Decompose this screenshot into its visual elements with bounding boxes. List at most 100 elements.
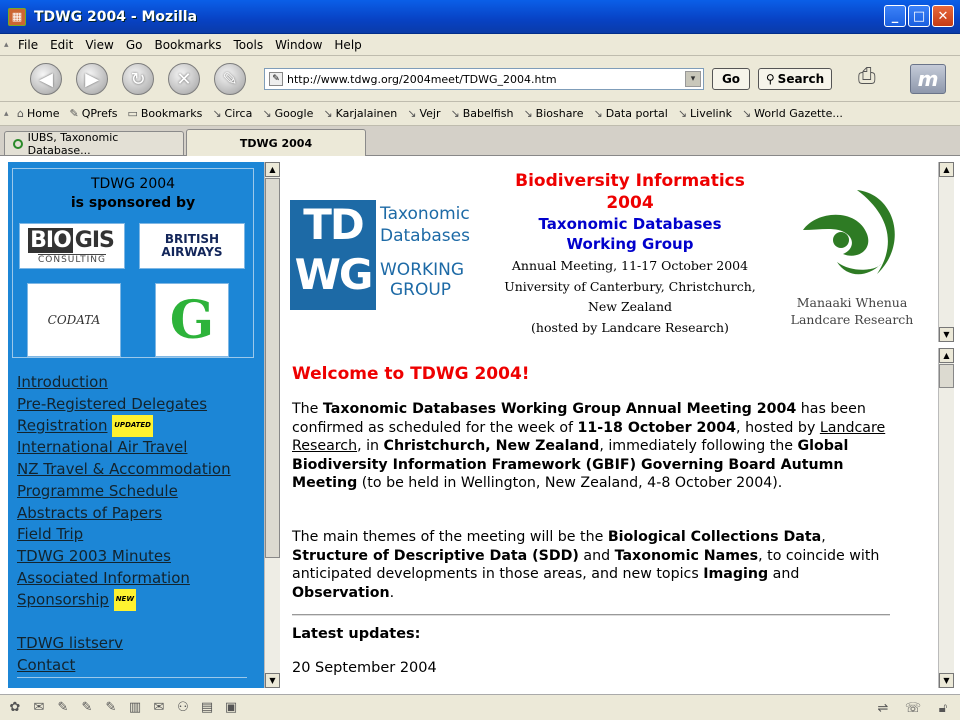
folder-icon: ▭ <box>127 107 138 120</box>
mail-icon[interactable]: ✉ <box>30 699 48 717</box>
navigator-icon[interactable]: ✿ <box>6 699 24 717</box>
bookmark-icon: ↘ <box>262 107 272 120</box>
menu-go[interactable]: Go <box>120 38 149 52</box>
irc-icon[interactable]: ⚇ <box>174 699 192 717</box>
menu-view[interactable]: View <box>79 38 119 52</box>
stamp-icon[interactable]: ▣ <box>222 699 240 717</box>
go-button[interactable]: Go <box>712 68 750 90</box>
back-icon[interactable]: ◀ <box>30 63 62 95</box>
search-button-label: Search <box>777 72 825 86</box>
left-nav-frame: TDWG 2004 is sponsored by BIO GIS CONSULT… <box>8 162 264 688</box>
minimize-button[interactable]: _ <box>884 5 906 27</box>
network-icon: ⇌ <box>877 700 889 716</box>
home-tool-icon[interactable]: ✎ <box>214 63 246 95</box>
update-date: 20 September 2004 <box>292 660 437 676</box>
menu-file[interactable]: File <box>12 38 44 52</box>
gbif-logo[interactable]: G <box>155 283 229 357</box>
nav-link-nz-travel[interactable]: NZ Travel & Accommodation <box>17 459 231 481</box>
bookmark-folder[interactable]: ▭ Bookmarks <box>122 107 207 120</box>
mozilla-logo-icon[interactable]: m <box>910 64 946 94</box>
bookmark-icon: ↘ <box>450 107 460 120</box>
left-scrollbar[interactable]: ▲ ▼ <box>264 162 280 688</box>
menu-edit[interactable]: Edit <box>44 38 79 52</box>
page-icon[interactable]: ▤ <box>198 699 216 717</box>
chat-icon[interactable]: ✎ <box>102 699 120 717</box>
print-icon[interactable]: ⎙ <box>858 64 890 94</box>
bookmark-vejr[interactable]: ↘ Vejr <box>402 107 445 120</box>
tab-loading-icon <box>13 138 23 149</box>
tab-iubs[interactable]: IUBS, Taxonomic Database... <box>4 131 184 157</box>
mailbox-icon[interactable]: ✉ <box>150 699 168 717</box>
bookmark-world-gazette[interactable]: ↘ World Gazette... <box>737 107 848 120</box>
search-button[interactable]: ⚲ Search <box>758 68 832 90</box>
address-book-icon[interactable]: ✎ <box>78 699 96 717</box>
biogis-logo[interactable]: BIO GIS CONSULTING <box>19 223 125 269</box>
navigation-toolbar: ◀ ▶ ↻ ✕ ✎ ✎ http://www.tdwg.org/2004meet… <box>0 56 960 102</box>
scroll-down-icon[interactable]: ▼ <box>265 673 280 688</box>
scroll-thumb[interactable] <box>939 364 954 388</box>
grip-icon[interactable]: ▴ <box>4 109 12 119</box>
intro-paragraph: The Taxonomic Databases Working Group An… <box>292 401 886 491</box>
menu-help[interactable]: Help <box>328 38 367 52</box>
bookmark-karjalainen[interactable]: ↘ Karjalainen <box>318 107 402 120</box>
header-scrollbar[interactable]: ▲ ▼ <box>938 162 954 342</box>
menu-bookmarks[interactable]: Bookmarks <box>148 38 227 52</box>
nav-link-contact[interactable]: Contact <box>17 655 231 677</box>
menu-window[interactable]: Window <box>269 38 328 52</box>
close-button[interactable]: ✕ <box>932 5 954 27</box>
window-title: TDWG 2004 - Mozilla <box>34 8 198 25</box>
tab-bar: IUBS, Taxonomic Database... TDWG 2004 <box>0 126 960 157</box>
scroll-down-icon[interactable]: ▼ <box>939 673 954 688</box>
leaf-icon <box>803 190 895 275</box>
url-dropdown-icon[interactable]: ▾ <box>685 71 701 87</box>
stop-icon[interactable]: ✕ <box>168 63 200 95</box>
main-scrollbar[interactable]: ▲ ▼ <box>938 348 954 688</box>
nav-link-registration[interactable]: Registration <box>17 417 107 435</box>
bookmark-icon: ↘ <box>677 107 688 120</box>
scroll-up-icon[interactable]: ▲ <box>265 162 280 177</box>
tab-tdwg-2004[interactable]: TDWG 2004 <box>186 129 366 156</box>
nav-link-2003-minutes[interactable]: TDWG 2003 Minutes <box>17 546 231 568</box>
icsu-codata-logo[interactable]: CODATA <box>27 283 121 357</box>
scroll-down-icon[interactable]: ▼ <box>939 327 954 342</box>
maximize-button[interactable]: □ <box>908 5 930 27</box>
bookmark-babelfish[interactable]: ↘ Babelfish <box>445 107 518 120</box>
nav-link-abstracts[interactable]: Abstracts of Papers <box>17 503 231 525</box>
nav-link-listserv[interactable]: TDWG listserv <box>17 633 231 655</box>
title-bar: ▦ TDWG 2004 - Mozilla _ □ ✕ <box>0 0 960 34</box>
url-text: http://www.tdwg.org/2004meet/TDWG_2004.h… <box>287 72 557 86</box>
nav-link-associated[interactable]: Associated Information <box>17 568 231 590</box>
compose-icon[interactable]: ✎ <box>54 699 72 717</box>
welcome-heading: Welcome to TDWG 2004! <box>292 364 530 384</box>
nav-link-field-trip[interactable]: Field Trip <box>17 524 231 546</box>
bookmark-circa[interactable]: ↘ Circa <box>207 107 257 120</box>
url-bar[interactable]: ✎ http://www.tdwg.org/2004meet/TDWG_2004… <box>264 68 704 90</box>
scroll-up-icon[interactable]: ▲ <box>939 162 954 177</box>
nav-link-introduction[interactable]: Introduction <box>17 372 231 394</box>
bookmark-qprefs[interactable]: ✎ QPrefs <box>64 107 122 120</box>
forward-icon[interactable]: ▶ <box>76 63 108 95</box>
nav-link-air-travel[interactable]: International Air Travel <box>17 437 231 459</box>
scroll-thumb[interactable] <box>265 178 280 558</box>
nav-link-sponsorship[interactable]: Sponsorship <box>17 591 109 609</box>
bookmark-google[interactable]: ↘ Google <box>257 107 318 120</box>
wrench-icon: ✎ <box>69 107 79 120</box>
updated-badge: UPDATED <box>112 415 153 438</box>
british-airways-logo[interactable]: BRITISH AIRWAYS <box>139 223 245 269</box>
bookmark-home[interactable]: ⌂ Home <box>12 107 64 120</box>
bookmark-data-portal[interactable]: ↘ Data portal <box>588 107 672 120</box>
new-badge: NEW <box>113 589 137 612</box>
menu-tools[interactable]: Tools <box>228 38 270 52</box>
bookmark-livelink[interactable]: ↘ Livelink <box>673 107 737 120</box>
bookmark-icon: ↘ <box>212 107 222 120</box>
scroll-up-icon[interactable]: ▲ <box>939 348 954 363</box>
reload-icon[interactable]: ↻ <box>122 63 154 95</box>
composer-icon[interactable]: ▥ <box>126 699 144 717</box>
bookmark-bioshare[interactable]: ↘ Bioshare <box>518 107 588 120</box>
grip-icon[interactable]: ▴ <box>4 40 12 50</box>
nav-link-pre-registered[interactable]: Pre-Registered Delegates <box>17 394 231 416</box>
main-frame: Welcome to TDWG 2004! The Taxonomic Data… <box>282 348 936 688</box>
nav-link-programme[interactable]: Programme Schedule <box>17 481 231 503</box>
status-bar: ✿ ✉ ✎ ✎ ✎ ▥ ✉ ⚇ ▤ ▣ ⇌ ☏ 🔓︎ <box>0 694 960 720</box>
page-content: TDWG 2004 is sponsored by BIO GIS CONSULT… <box>0 156 960 694</box>
